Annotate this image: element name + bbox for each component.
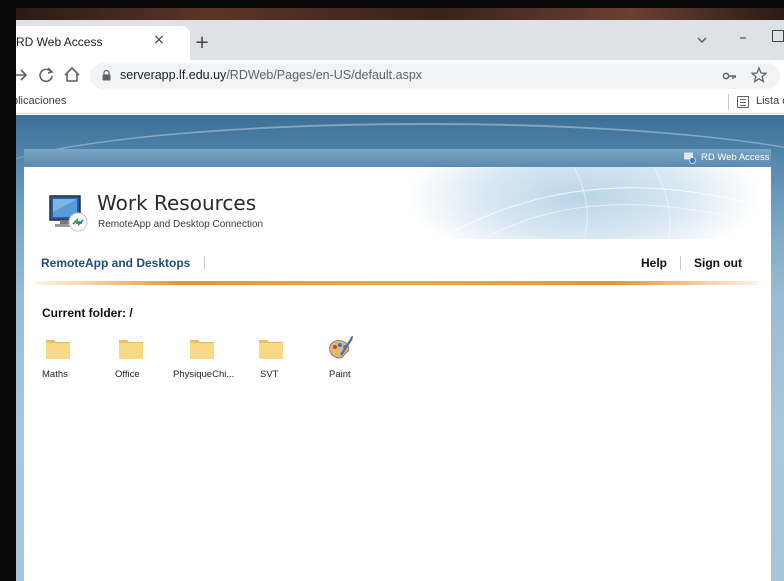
home-icon[interactable] (62, 65, 82, 85)
resource-folder-maths[interactable]: Maths (42, 335, 112, 385)
rd-web-access-label: RD Web Access (701, 152, 770, 163)
nav-separator (680, 256, 681, 270)
star-icon[interactable] (750, 66, 768, 84)
browser-toolbar: serverapp.lf.edu.uy/RDWeb/Pages/en-US/de… (16, 60, 784, 90)
paint-palette-icon (329, 336, 353, 359)
url-host: serverapp.lf.edu.uy (120, 68, 227, 82)
rdweb-panel: RD Web Access Work Resources RemoteApp a… (24, 149, 771, 581)
web-page: RD Web Access Work Resources RemoteApp a… (16, 115, 784, 581)
folder-icon (190, 340, 214, 359)
bookmark-apps[interactable]: plicaciones (16, 95, 66, 107)
address-bar[interactable]: serverapp.lf.edu.uy/RDWeb/Pages/en-US/de… (90, 63, 780, 89)
tab-rd-web-access[interactable]: RD Web Access × (16, 26, 190, 60)
url-path: /RDWeb/Pages/en-US/default.aspx (226, 68, 423, 82)
maximize-button[interactable] (772, 30, 784, 42)
resource-app-paint[interactable]: Paint (327, 335, 397, 385)
nav-accent-rule (36, 281, 759, 285)
screen-frame: RD Web Access × + – serverapp.lf.edu.uy/… (0, 0, 784, 581)
back-arrow-icon[interactable] (16, 65, 30, 85)
tab-strip: RD Web Access × + – (16, 20, 784, 60)
resource-label: Paint (329, 369, 351, 380)
tab-remoteapp-and-desktops[interactable]: RemoteApp and Desktops (41, 256, 190, 270)
lock-icon[interactable] (102, 70, 111, 81)
new-tab-button[interactable]: + (191, 33, 213, 55)
page-subtitle: RemoteApp and Desktop Connection (98, 219, 264, 230)
reading-list-icon[interactable] (737, 96, 749, 108)
url-text[interactable]: serverapp.lf.edu.uy/RDWeb/Pages/en-US/de… (120, 68, 422, 82)
bookmarks-separator (728, 94, 729, 110)
resource-label: SVT (260, 369, 279, 380)
current-folder-label: Current folder: / (42, 306, 133, 320)
resource-label: Maths (42, 369, 68, 380)
resource-folder-svt[interactable]: SVT (256, 335, 326, 385)
reload-icon[interactable] (36, 65, 56, 85)
rdweb-topbar: RD Web Access (24, 149, 771, 167)
reading-list-label[interactable]: Lista d (756, 95, 784, 107)
globe-lines-decoration (443, 167, 771, 239)
nav-separator (204, 256, 205, 270)
rdweb-nav: RemoteApp and Desktops Help Sign out (24, 245, 771, 275)
browser-window: RD Web Access × + – serverapp.lf.edu.uy/… (16, 20, 784, 581)
resource-label: PhysiqueChi... (173, 369, 235, 380)
tab-close-icon[interactable]: × (150, 31, 168, 49)
sign-out-link[interactable]: Sign out (694, 256, 742, 270)
key-icon[interactable] (722, 68, 738, 84)
rd-web-access-icon (684, 152, 696, 164)
remote-desktop-logo-icon (49, 195, 88, 232)
help-link[interactable]: Help (641, 256, 667, 270)
rdweb-banner: Work Resources RemoteApp and Desktop Con… (24, 167, 771, 239)
tab-search-icon[interactable] (692, 30, 712, 50)
tab-title: RD Web Access (16, 35, 103, 49)
resource-folder-physiquechimie[interactable]: PhysiqueChi... (173, 335, 243, 385)
minimize-button[interactable]: – (733, 28, 753, 48)
bookmarks-bar: plicaciones Lista d (16, 90, 784, 114)
folder-icon (119, 340, 143, 359)
desktop-background (16, 8, 784, 20)
folder-icon (259, 340, 283, 359)
folder-icon (46, 340, 70, 359)
page-title: Work Resources (97, 191, 257, 215)
